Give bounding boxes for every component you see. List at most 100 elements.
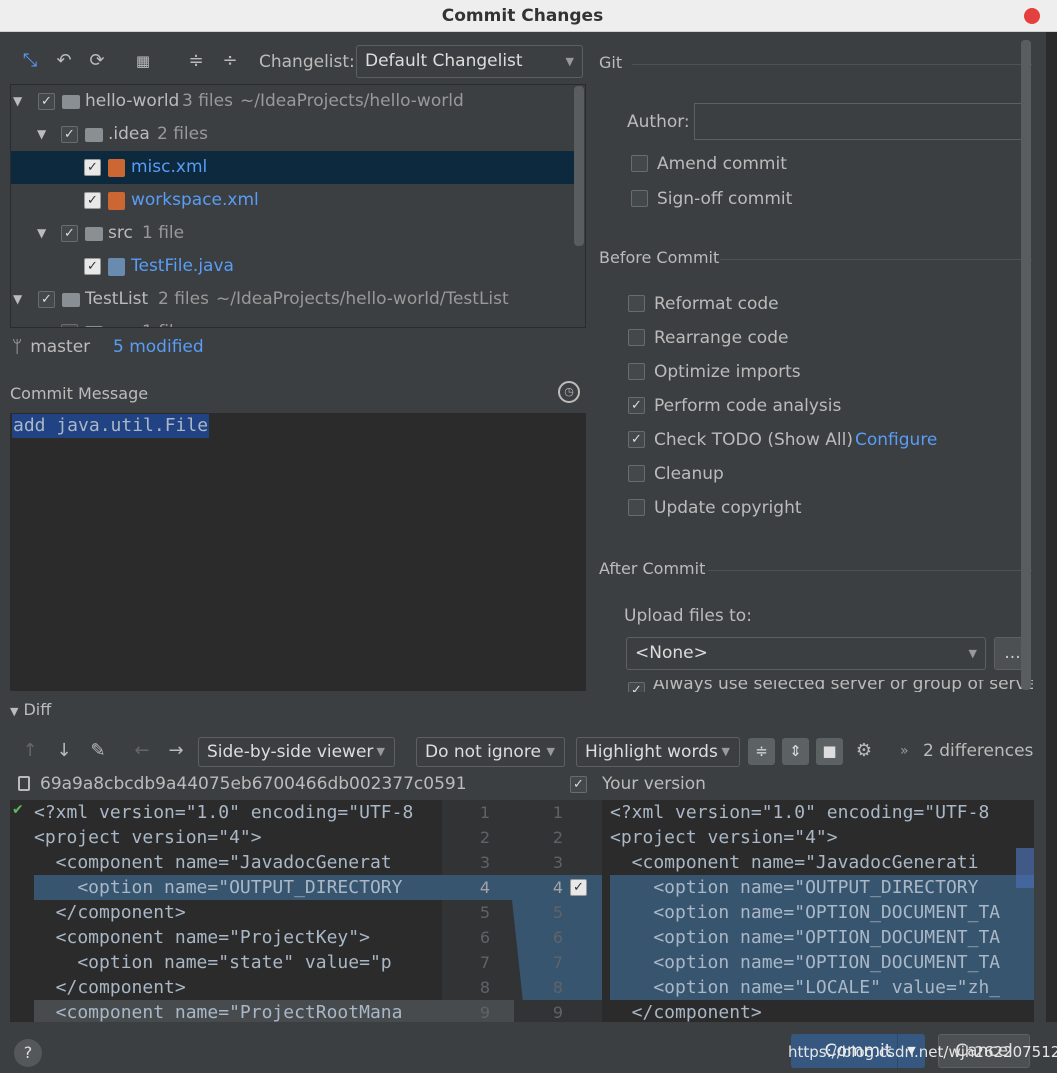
chevron-down-icon[interactable]: ▼ — [37, 316, 46, 327]
lock-icon[interactable]: ■ — [816, 738, 843, 765]
left-line-number: 3 — [479, 853, 490, 872]
checkbox[interactable] — [628, 363, 645, 380]
checkbox[interactable] — [628, 295, 645, 312]
checkbox[interactable] — [628, 499, 645, 516]
checkbox[interactable]: ✓ — [84, 258, 101, 275]
collapse-all-icon[interactable]: ÷ — [218, 49, 242, 73]
checkbox[interactable]: ✓ — [61, 225, 78, 242]
refresh-icon[interactable]: ⟳ — [85, 49, 109, 73]
tree-row-misc-xml[interactable]: ✓ misc.xml — [11, 151, 575, 184]
changed-code-line: <option name="OUTPUT_DIRECTORY — [34, 875, 442, 900]
editor-scrollbar[interactable] — [1016, 848, 1034, 888]
viewer-mode-dropdown[interactable]: Side-by-side viewer ▼ — [198, 737, 395, 767]
right-line-number: 5 — [552, 903, 563, 922]
modified-count-link[interactable]: 5 modified — [113, 336, 204, 358]
checkbox[interactable]: ✓ — [84, 192, 101, 209]
checkbox[interactable]: ✓ — [61, 324, 78, 327]
option-label: Rearrange code — [654, 328, 789, 348]
diff-right-editor[interactable]: <?xml version="1.0" encoding="UTF-8 <pro… — [602, 800, 1034, 1022]
xml-file-icon — [108, 192, 125, 210]
option-label: Optimize imports — [654, 362, 801, 382]
close-icon[interactable] — [1024, 8, 1040, 24]
divider — [708, 570, 1032, 571]
tree-row-src[interactable]: ▼ ✓ src 1 file — [11, 217, 575, 250]
configure-link[interactable]: Configure — [855, 428, 937, 452]
code-line: <component name="ProjectKey"> — [34, 927, 370, 948]
checkbox[interactable] — [631, 155, 648, 172]
tree-item-label: src — [108, 223, 133, 243]
checkbox[interactable]: ✓ — [628, 682, 645, 692]
checkbox[interactable]: ✓ — [38, 291, 55, 308]
checkbox[interactable] — [628, 465, 645, 482]
always-use-option[interactable]: ✓ Always use selected server or group of… — [628, 680, 1033, 692]
tree-row-hello-world[interactable]: ▼ ✓ hello-world 3 files ~/IdeaProjects/h… — [11, 85, 575, 118]
help-button[interactable]: ? — [14, 1039, 42, 1067]
right-line-number: 1 — [552, 803, 563, 822]
author-field[interactable] — [694, 103, 1028, 140]
back-arrow-icon[interactable]: ← — [130, 739, 154, 763]
code-line: </component> — [34, 902, 186, 923]
tree-row-testlist[interactable]: ▼ ✓ TestList 2 files ~/IdeaProjects/hell… — [11, 283, 575, 316]
code-line: </component> — [34, 977, 186, 998]
checkbox[interactable]: ✓ — [628, 431, 645, 448]
code-line: <?xml version="1.0" encoding="UTF-8 — [610, 802, 990, 823]
left-line-number: 9 — [479, 1003, 490, 1022]
option-label: Reformat code — [654, 294, 779, 314]
history-icon[interactable]: ◷ — [558, 381, 580, 403]
tree-item-label: workspace.xml — [131, 190, 259, 210]
inserted-code-line: <option name="LOCALE" value="zh_ — [610, 975, 1034, 1000]
highlight-value: Highlight words — [585, 742, 718, 762]
include-checkbox[interactable]: ✓ — [570, 776, 587, 793]
module-folder-icon — [62, 293, 80, 307]
tree-row-src-2[interactable]: ▼ ✓ src 1 file — [11, 316, 575, 327]
checkbox[interactable]: ✓ — [628, 397, 645, 414]
chevron-down-icon[interactable]: ▼ — [13, 85, 22, 118]
tree-row-idea[interactable]: ▼ ✓ .idea 2 files — [11, 118, 575, 151]
tree-row-testfile-java[interactable]: ✓ TestFile.java — [11, 250, 575, 283]
option-label: Sign-off commit — [657, 189, 793, 209]
edit-source-icon[interactable]: ✎ — [86, 739, 110, 763]
diff-left-editor[interactable]: ✔ <?xml version="1.0" encoding="UTF-8 <p… — [10, 800, 442, 1022]
upload-server-dropdown[interactable]: <None> ▼ — [626, 637, 986, 670]
check-icon: ✔ — [12, 802, 24, 818]
option-label: Check TODO (Show All) — [654, 430, 853, 450]
checkbox[interactable] — [628, 329, 645, 346]
changelist-dropdown[interactable]: Default Changelist ▼ — [356, 45, 583, 78]
group-by-icon[interactable]: ▦ — [131, 49, 155, 73]
file-count: 1 file — [142, 223, 185, 243]
tree-scrollbar[interactable] — [574, 86, 584, 246]
ignore-whitespace-dropdown[interactable]: Do not ignore ▼ — [416, 737, 565, 767]
chevron-down-icon[interactable]: ▼ — [13, 283, 22, 316]
revert-icon[interactable]: ↶ — [52, 49, 76, 73]
folder-icon — [85, 227, 103, 241]
checkbox[interactable]: ✓ — [61, 126, 78, 143]
commit-message-input[interactable] — [10, 413, 586, 691]
chevron-down-icon: ▼ — [565, 55, 574, 68]
code-line: <component name="JavadocGenerat — [34, 852, 392, 873]
chevron-down-icon[interactable]: ▼ — [37, 118, 46, 151]
collapse-arrows-icon[interactable]: ⤡ — [18, 49, 42, 73]
checkbox[interactable]: ✓ — [84, 159, 101, 176]
right-line-number: 3 — [552, 853, 563, 872]
prev-difference-icon[interactable]: ↑ — [18, 739, 42, 763]
checkbox[interactable] — [631, 190, 648, 207]
branch-indicator[interactable]: ᛘ master — [12, 336, 90, 358]
sync-scroll-icon[interactable]: ⇕ — [782, 738, 809, 765]
chevron-down-icon[interactable]: ▼ — [37, 217, 46, 250]
left-line-number: 4 — [479, 878, 490, 897]
left-line-number: 6 — [479, 928, 490, 947]
left-line-number: 1 — [479, 803, 490, 822]
next-difference-icon[interactable]: ↓ — [52, 739, 76, 763]
changes-tree[interactable]: ▼ ✓ hello-world 3 files ~/IdeaProjects/h… — [10, 84, 586, 328]
gear-icon[interactable]: ⚙ — [852, 739, 876, 763]
expand-all-icon[interactable]: ≑ — [184, 49, 208, 73]
tree-row-workspace-xml[interactable]: ✓ workspace.xml — [11, 184, 575, 217]
forward-arrow-icon[interactable]: → — [164, 739, 188, 763]
checkbox[interactable]: ✓ — [38, 93, 55, 110]
include-change-checkbox[interactable]: ✓ — [570, 879, 587, 896]
diff-section-toggle[interactable]: ▼ Diff — [10, 699, 51, 723]
your-version-title: Your version — [602, 774, 706, 794]
collapse-unchanged-icon[interactable]: ≑ — [748, 738, 775, 765]
options-scrollbar[interactable] — [1021, 40, 1031, 690]
highlight-mode-dropdown[interactable]: Highlight words ▼ — [576, 737, 740, 767]
